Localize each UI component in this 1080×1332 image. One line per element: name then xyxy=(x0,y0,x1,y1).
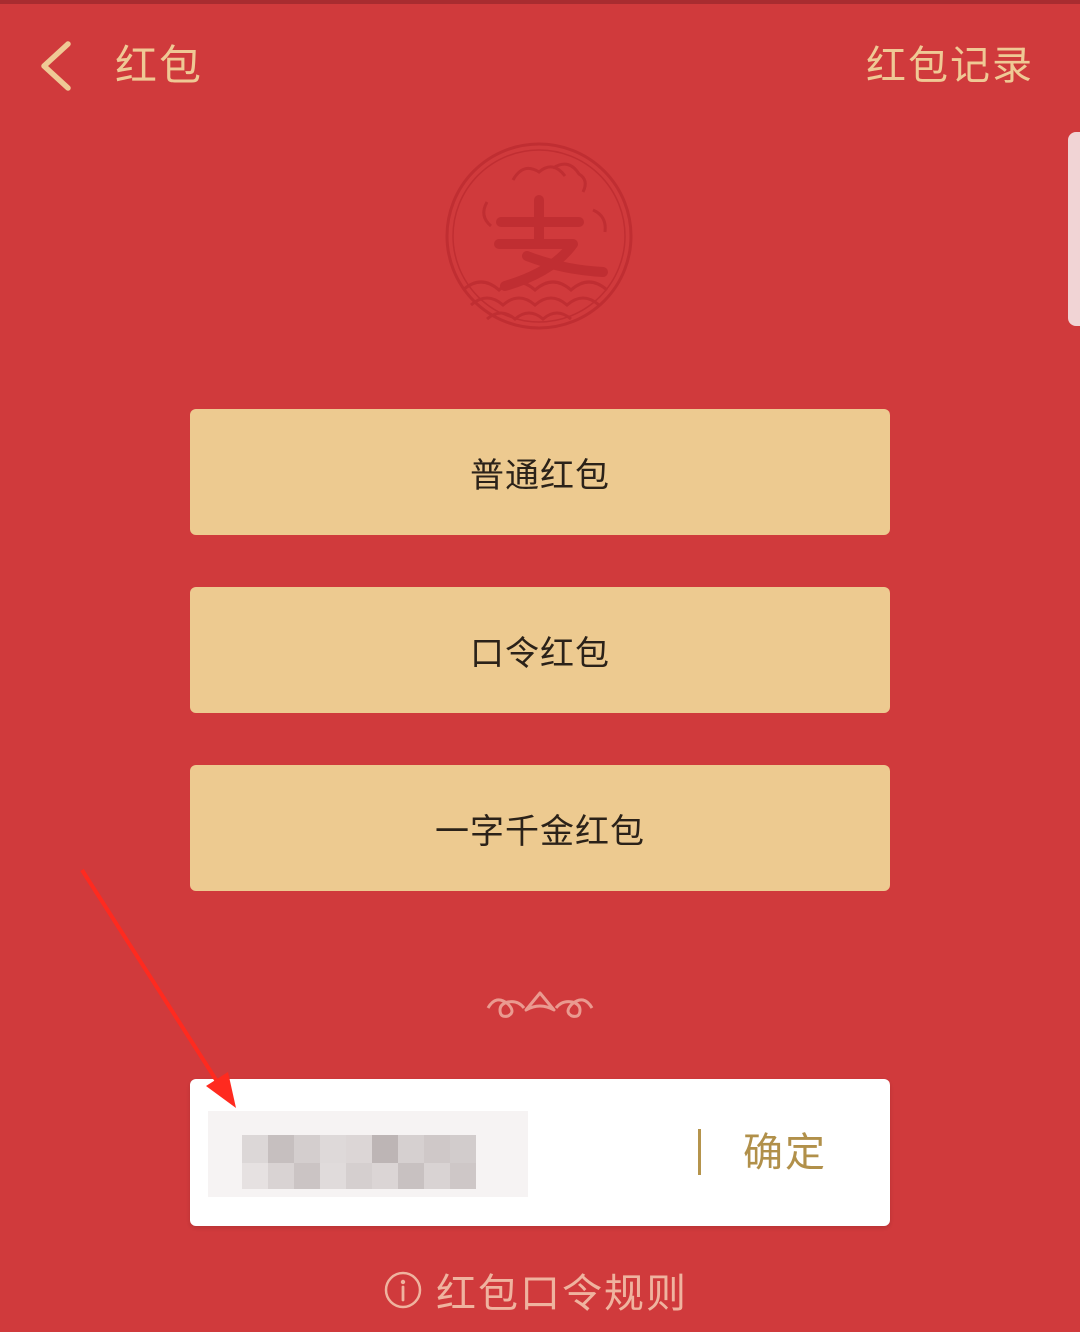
input-separator xyxy=(698,1129,701,1175)
info-circle-icon xyxy=(384,1271,422,1309)
normal-red-packet-button[interactable]: 普通红包 xyxy=(190,409,890,535)
ornamental-divider-icon xyxy=(210,991,870,1018)
side-scroll-tab xyxy=(1068,132,1080,326)
rules-label: 红包口令规则 xyxy=(436,1271,688,1317)
red-packet-records-link[interactable]: 红包记录 xyxy=(866,38,1034,94)
back-button[interactable] xyxy=(30,36,90,96)
character-red-packet-button[interactable]: 一字千金红包 xyxy=(190,765,890,891)
password-input[interactable] xyxy=(210,1107,684,1199)
top-edge xyxy=(0,0,1080,4)
password-rules-link[interactable]: 红包口令规则 xyxy=(384,1262,688,1318)
alipay-seal-icon xyxy=(445,142,633,330)
password-red-packet-button[interactable]: 口令红包 xyxy=(190,587,890,713)
page-title: 红包 xyxy=(115,41,204,90)
chevron-left-icon xyxy=(41,41,71,91)
confirm-button[interactable]: 确定 xyxy=(743,1123,827,1183)
password-input-card: 确定 xyxy=(190,1079,890,1226)
